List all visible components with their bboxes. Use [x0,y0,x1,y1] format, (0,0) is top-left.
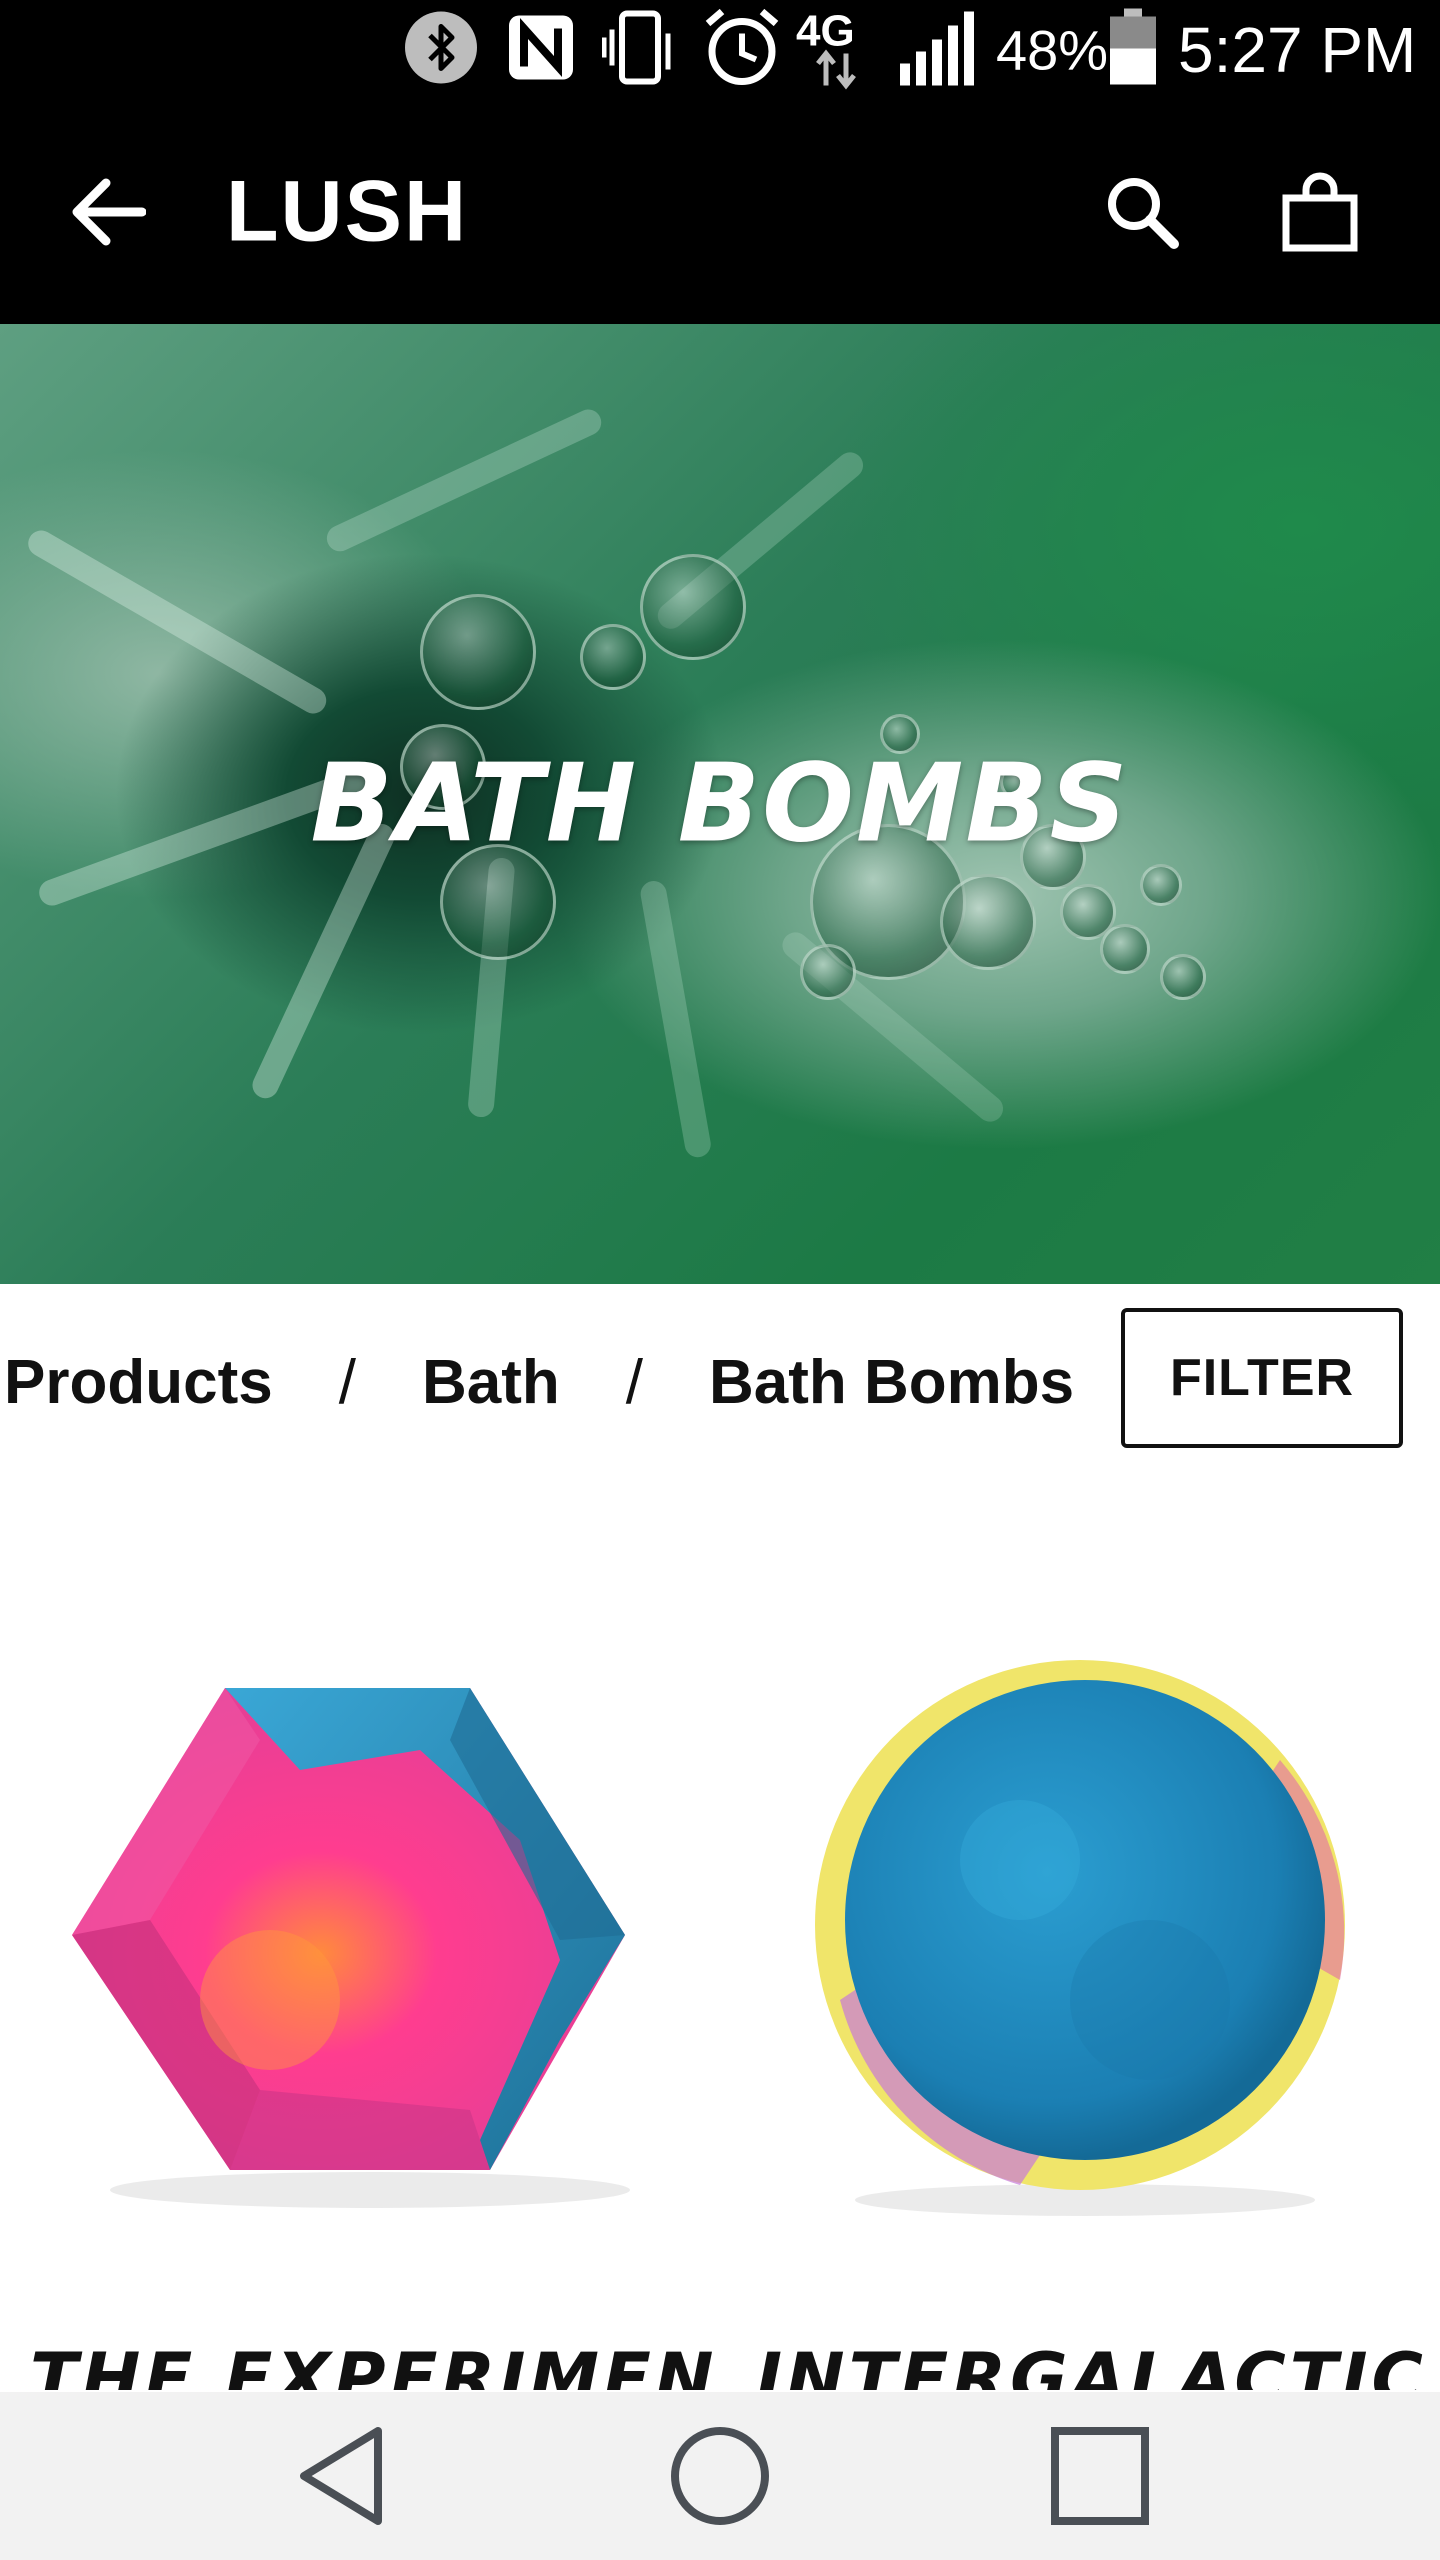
breadcrumb-separator: / [338,1347,356,1417]
nfc-icon [506,13,576,88]
breadcrumb-separator: / [625,1347,643,1417]
product-name[interactable]: INTERGALACTIC [756,2338,1427,2390]
product-name[interactable]: THE EXPERIMENTER [30,2338,720,2390]
back-arrow-icon [72,178,146,246]
back-triangle-icon [300,2427,382,2525]
vibrate-icon [601,8,676,93]
hero-banner: BATH BOMBS [0,324,1440,1284]
search-icon [1108,178,1179,249]
back-button[interactable] [60,164,156,260]
4g-lte-icon: 4G [796,6,888,95]
nav-home-button[interactable] [655,2411,785,2541]
home-circle-icon [671,2427,769,2525]
status-bar: 4G 48% 5:27 PM [0,0,1440,100]
svg-text:4G: 4G [796,7,855,56]
nav-recents-button[interactable] [1035,2411,1165,2541]
breadcrumb-bath-bombs: Bath Bombs [708,1347,1075,1417]
search-button[interactable] [1094,164,1190,260]
hero-title: BATH BOMBS [310,741,1130,867]
battery-percent: 48% [996,18,1109,82]
recents-square-icon [1051,2427,1149,2525]
app-bar: LUSH [0,100,1440,324]
app-title: LUSH [226,163,469,260]
breadcrumb: Products / Bath / Bath Bombs [0,1282,1110,1482]
product-image[interactable] [0,1620,720,2260]
system-nav-bar [0,2392,1440,2560]
shopping-bag-icon [1282,172,1358,252]
breadcrumb-bath[interactable]: Bath [422,1347,560,1418]
bluetooth-icon [404,11,478,90]
battery-icon [1108,8,1158,92]
product-image[interactable] [720,1620,1440,2260]
product-card[interactable]: THE EXPERIMENTER [0,1620,720,2390]
alarm-icon [700,6,784,95]
product-card[interactable]: INTERGALACTIC [720,1620,1440,2390]
breadcrumb-products[interactable]: Products [4,1347,273,1418]
status-time: 5:27 PM [1178,14,1417,86]
shopping-bag-button[interactable] [1272,164,1368,260]
filter-button[interactable]: FILTER [1121,1308,1403,1448]
signal-icon [898,8,984,93]
nav-back-button[interactable] [277,2411,407,2541]
